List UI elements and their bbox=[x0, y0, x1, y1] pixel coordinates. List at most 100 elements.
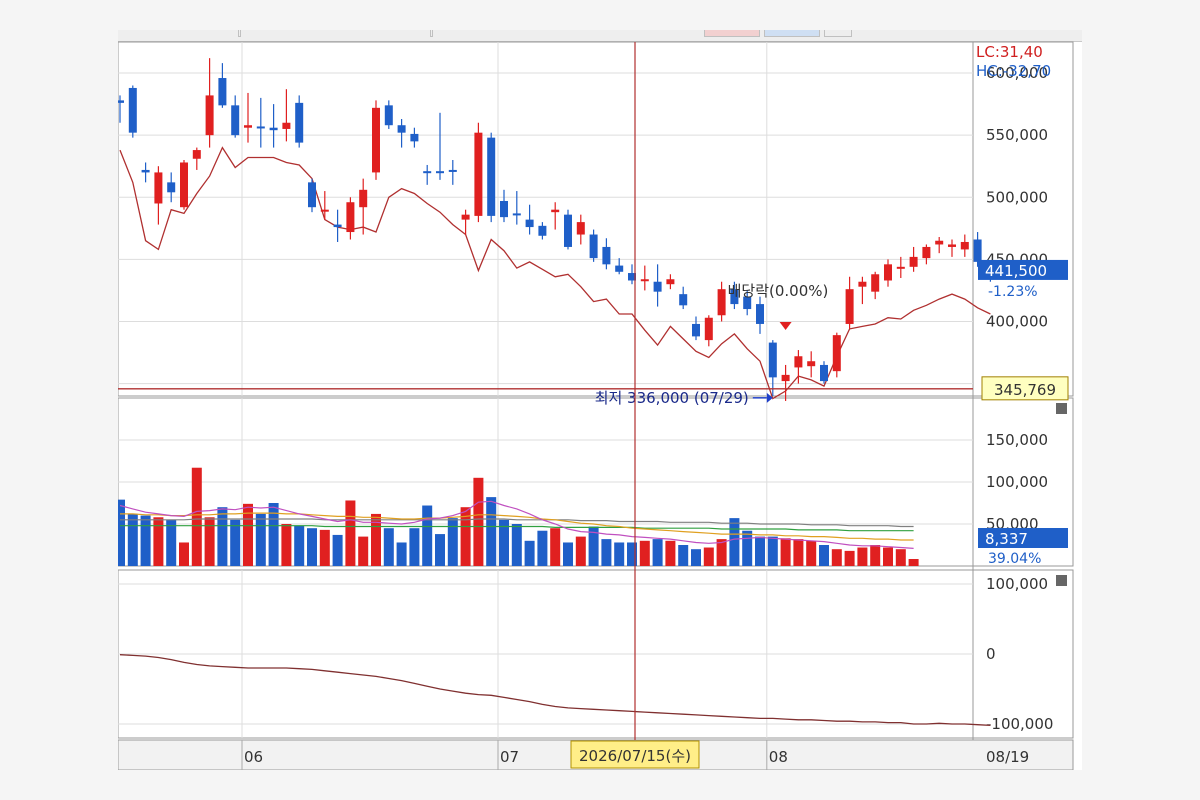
candle-body bbox=[154, 172, 163, 204]
candle-body bbox=[666, 279, 675, 285]
volume-bar bbox=[319, 529, 330, 566]
volume-bar bbox=[230, 519, 241, 566]
candle-body bbox=[500, 200, 508, 218]
candle-body bbox=[756, 304, 764, 324]
candle-body bbox=[269, 127, 278, 131]
candle-body bbox=[128, 87, 137, 133]
candle-body bbox=[884, 264, 892, 281]
candle-body bbox=[192, 150, 201, 159]
price-tick-label: 400,000 bbox=[986, 312, 1048, 330]
volume-bar bbox=[614, 542, 625, 566]
volume-bar bbox=[908, 558, 919, 566]
volume-bar bbox=[550, 528, 561, 566]
candle-body bbox=[346, 202, 355, 233]
volume-bar bbox=[652, 539, 663, 566]
volume-ratio-label: 39.04% bbox=[988, 551, 1041, 567]
volume-bar bbox=[307, 528, 317, 566]
candle-body bbox=[359, 189, 368, 208]
candle-body bbox=[820, 364, 828, 382]
volume-bar bbox=[742, 530, 753, 566]
candle-body bbox=[717, 289, 726, 316]
volume-bar bbox=[345, 500, 356, 566]
candle-body bbox=[384, 105, 393, 126]
volume-bar bbox=[703, 547, 714, 566]
stock-chart[interactable]: 600,000550,000500,000450,000400,000350,0… bbox=[118, 30, 1082, 770]
candle-body bbox=[704, 317, 713, 341]
candle-body bbox=[973, 239, 982, 262]
volume-bar bbox=[140, 515, 151, 566]
volume-bar bbox=[383, 528, 394, 566]
indicator-tick-label: 0 bbox=[986, 645, 996, 663]
candle-body bbox=[333, 224, 342, 228]
candle-body bbox=[295, 102, 304, 143]
candle-body bbox=[538, 225, 547, 236]
candle-body bbox=[832, 335, 841, 372]
volume-bar bbox=[575, 536, 586, 566]
price-tick-label: 550,000 bbox=[986, 126, 1048, 144]
crosshair-date-label: 2026/07/15(수) bbox=[579, 747, 691, 765]
candle-body bbox=[909, 256, 918, 267]
volume-bar bbox=[166, 519, 177, 566]
candle-body bbox=[551, 209, 560, 213]
volume-bar bbox=[601, 539, 612, 566]
volume-bar bbox=[883, 547, 893, 566]
time-tick-label: 06 bbox=[244, 748, 263, 766]
price-tick-label: 500,000 bbox=[986, 188, 1048, 206]
lc-label: LC:31,40 bbox=[976, 43, 1043, 61]
volume-bar bbox=[204, 517, 215, 566]
volume-bar bbox=[217, 507, 228, 566]
volume-bar bbox=[332, 534, 343, 566]
volume-bar bbox=[563, 542, 573, 566]
hc-label: HC:-32,70 bbox=[976, 62, 1051, 80]
volume-bar bbox=[895, 549, 906, 566]
volume-bar bbox=[179, 542, 189, 566]
volume-bar bbox=[358, 536, 369, 566]
candle-body bbox=[781, 374, 790, 382]
candle-body bbox=[436, 171, 444, 174]
low-annotation: 최저 336,000 (07/29) bbox=[595, 389, 749, 407]
candle-body bbox=[692, 323, 700, 337]
volume-bar bbox=[870, 545, 881, 566]
volume-bar bbox=[409, 528, 420, 566]
low-price-label: 345,769 bbox=[994, 381, 1056, 399]
candle-body bbox=[871, 274, 880, 292]
candle-body bbox=[948, 244, 956, 247]
candle-body bbox=[282, 122, 291, 129]
volume-bar bbox=[729, 518, 740, 566]
candle-body bbox=[180, 162, 188, 208]
candle-body bbox=[218, 78, 227, 106]
volume-bar bbox=[473, 477, 484, 566]
candle-body bbox=[576, 222, 585, 235]
volume-bar bbox=[281, 524, 292, 566]
candle-body bbox=[807, 361, 816, 367]
volume-bar bbox=[153, 517, 164, 566]
candle-body bbox=[118, 100, 124, 103]
volume-close-icon bbox=[1056, 403, 1067, 414]
current-change-label: -1.23% bbox=[988, 284, 1038, 300]
candle-body bbox=[845, 289, 854, 324]
volume-bar bbox=[639, 540, 650, 566]
candle-body bbox=[244, 125, 252, 128]
candle-body bbox=[858, 281, 867, 287]
candle-body bbox=[231, 105, 240, 136]
current-price-label: 441,500 bbox=[985, 262, 1047, 280]
candle-body bbox=[768, 342, 777, 378]
candle-body bbox=[167, 182, 176, 193]
volume-bar bbox=[844, 550, 855, 566]
volume-bar bbox=[665, 540, 676, 566]
indicator-close-icon bbox=[1056, 575, 1067, 586]
volume-tick-label: 150,000 bbox=[986, 431, 1048, 449]
time-end-label: 08/19 bbox=[986, 748, 1029, 766]
volume-bar bbox=[255, 513, 266, 566]
volume-bar bbox=[793, 539, 804, 566]
volume-bar bbox=[691, 549, 701, 566]
candle-body bbox=[935, 240, 944, 245]
candle-body bbox=[615, 265, 624, 272]
time-tick-label: 07 bbox=[500, 748, 519, 766]
candle-body bbox=[256, 126, 265, 129]
volume-bar bbox=[118, 499, 125, 566]
volume-tick-label: 100,000 bbox=[986, 473, 1048, 491]
volume-bar bbox=[819, 545, 829, 566]
volume-bar bbox=[511, 524, 522, 566]
candle-body bbox=[410, 133, 419, 142]
